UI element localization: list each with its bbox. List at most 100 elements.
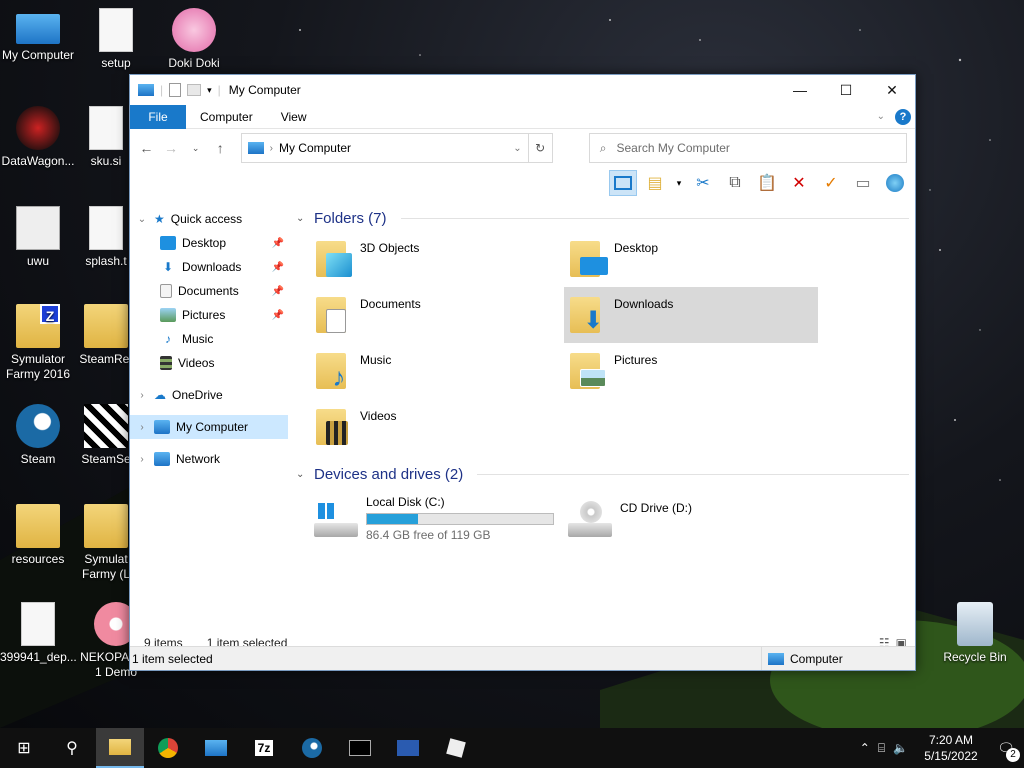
new-item-button[interactable]: ▤ xyxy=(641,170,669,196)
tab-file[interactable]: File xyxy=(130,104,186,129)
nav-item-downloads[interactable]: ⬇ Downloads 📌 xyxy=(130,255,288,279)
desktop-icon-steam[interactable]: Steam xyxy=(0,404,76,467)
clock[interactable]: 7:20 AM 5/15/2022 xyxy=(916,732,986,764)
folder-3d-objects[interactable]: 3D Objects xyxy=(310,231,564,287)
desktop-icon-label: SteamSe xyxy=(81,452,131,466)
expand-ribbon-icon[interactable]: ⌄ xyxy=(877,111,885,122)
folder-music[interactable]: ♪ Music xyxy=(310,343,564,399)
steam-icon xyxy=(16,404,60,448)
nav-item-my-computer[interactable]: › My Computer xyxy=(130,415,288,439)
videos-folder-icon xyxy=(314,403,352,447)
desktop-icon-resources[interactable]: resources xyxy=(0,504,76,567)
desktop-icon-sku[interactable]: sku.si xyxy=(78,106,134,169)
new-item-dropdown-icon[interactable]: ▾ xyxy=(673,170,685,196)
nav-item-videos[interactable]: Videos xyxy=(130,351,288,375)
chevron-right-icon[interactable]: › xyxy=(136,422,148,433)
folders-group-header[interactable]: ⌄ Folders (7) xyxy=(296,205,915,231)
tab-view[interactable]: View xyxy=(267,105,321,129)
address-dropdown-icon[interactable]: ⌄ xyxy=(513,143,521,154)
desktop-icon-399941[interactable]: 399941_dep... xyxy=(0,602,77,665)
properties-icon[interactable] xyxy=(169,83,182,97)
nav-item-music[interactable]: ♪ Music xyxy=(130,327,288,351)
desktop-icon-symulator-farmy-l[interactable]: Symulat Farmy (L xyxy=(78,504,134,582)
delete-icon[interactable]: ✕ xyxy=(785,170,813,196)
folder-pictures[interactable]: Pictures xyxy=(564,343,818,399)
desktop-icon-uwu[interactable]: uwu xyxy=(0,206,76,269)
forward-arrow-icon[interactable]: → xyxy=(163,140,180,156)
group-title: Devices and drives (2) xyxy=(314,465,464,483)
drive-d[interactable]: CD Drive (D:) xyxy=(564,491,818,546)
action-center-button[interactable]: 🗨 2 xyxy=(994,736,1020,762)
chrome-icon xyxy=(158,738,178,758)
nav-item-network[interactable]: › Network xyxy=(130,447,288,471)
folder-videos[interactable]: Videos xyxy=(310,399,564,455)
drive-name: CD Drive (D:) xyxy=(620,501,692,515)
taskbar-file-explorer[interactable] xyxy=(96,728,144,768)
chevron-right-icon[interactable]: › xyxy=(136,454,148,465)
desktop-icon-steamse[interactable]: SteamSe xyxy=(78,404,134,467)
volume-icon[interactable]: 🔈 xyxy=(893,741,908,755)
close-button[interactable]: ✕ xyxy=(869,75,915,105)
nav-item-documents[interactable]: Documents 📌 xyxy=(130,279,288,303)
desktop-icon-setup[interactable]: setup xyxy=(78,8,154,71)
globe-icon[interactable] xyxy=(881,170,909,196)
taskbar-powershell[interactable] xyxy=(384,728,432,768)
cut-icon[interactable]: ✂ xyxy=(689,170,717,196)
search-box[interactable]: ⌕ Search My Computer xyxy=(588,133,907,163)
recent-locations-icon[interactable]: ⌄ xyxy=(187,143,204,154)
drives-group-header[interactable]: ⌄ Devices and drives (2) xyxy=(296,461,915,487)
minimize-button[interactable]: — xyxy=(777,75,823,105)
nav-label: Pictures xyxy=(182,308,226,322)
documents-folder-icon xyxy=(314,291,352,335)
chevron-right-icon[interactable]: › xyxy=(136,390,148,401)
start-button[interactable]: ⊞ xyxy=(0,728,48,768)
folder-desktop[interactable]: Desktop xyxy=(564,231,818,287)
taskbar-terminal[interactable] xyxy=(336,728,384,768)
paste-icon[interactable]: 📋 xyxy=(753,170,781,196)
7zip-icon: 7z xyxy=(254,740,274,756)
tab-computer[interactable]: Computer xyxy=(186,105,267,129)
customize-dropdown-icon[interactable]: ▾ xyxy=(207,85,212,96)
maximize-button[interactable]: ☐ xyxy=(823,75,869,105)
network-icon[interactable]: ⌸ xyxy=(878,741,885,756)
nav-item-desktop[interactable]: Desktop 📌 xyxy=(130,231,288,255)
nav-label: My Computer xyxy=(176,420,249,434)
copy-icon[interactable]: ⧉ xyxy=(721,170,749,196)
desktop-icon-label: Doki Doki xyxy=(168,56,220,70)
desktop-icon-datawagon[interactable]: DataWagon... xyxy=(0,106,76,169)
taskbar-app[interactable] xyxy=(192,728,240,768)
title-bar[interactable]: | ▾ | My Computer — ☐ ✕ xyxy=(130,75,915,105)
address-path: My Computer xyxy=(278,141,351,155)
search-button[interactable]: ⚲ xyxy=(48,728,96,768)
folder-documents[interactable]: Documents xyxy=(310,287,564,343)
chevron-up-icon[interactable]: ⌃ xyxy=(860,741,870,755)
desktop-icon-symulator-farmy-2016[interactable]: Z Symulator Farmy 2016 xyxy=(0,304,76,382)
back-arrow-icon[interactable]: ← xyxy=(138,140,155,156)
drive-c[interactable]: Local Disk (C:) 86.4 GB free of 119 GB xyxy=(310,491,564,546)
rename-icon[interactable]: ▭ xyxy=(849,170,877,196)
folder-downloads[interactable]: ⬇ Downloads xyxy=(564,287,818,343)
preview-pane-button[interactable] xyxy=(609,170,637,196)
address-bar[interactable]: › My Computer ⌄ xyxy=(240,133,529,163)
new-folder-icon[interactable] xyxy=(187,84,202,96)
breadcrumb-chevron-icon[interactable]: › xyxy=(270,143,273,154)
desktop-icon-my-computer[interactable]: My Computer xyxy=(0,8,76,63)
desktop-icon-splash[interactable]: splash.t xyxy=(78,206,134,269)
check-icon[interactable]: ✓ xyxy=(817,170,845,196)
music-note-icon: ♪ xyxy=(165,332,171,346)
desktop-icon-recycle-bin[interactable]: Recycle Bin xyxy=(936,602,1014,665)
recycle-bin-icon xyxy=(957,602,993,646)
chevron-down-icon[interactable]: ⌄ xyxy=(136,214,148,225)
taskbar-roblox[interactable] xyxy=(432,728,480,768)
refresh-button[interactable]: ↻ xyxy=(528,133,553,163)
nav-item-pictures[interactable]: Pictures 📌 xyxy=(130,303,288,327)
help-icon[interactable]: ? xyxy=(895,108,911,125)
desktop-icon-steamret[interactable]: SteamRet xyxy=(78,304,134,367)
nav-item-onedrive[interactable]: › ☁ OneDrive xyxy=(130,383,288,407)
taskbar-7zip[interactable]: 7z xyxy=(240,728,288,768)
up-arrow-icon[interactable]: ↑ xyxy=(212,140,229,156)
taskbar-chrome[interactable] xyxy=(144,728,192,768)
desktop-icon-doki-doki[interactable]: Doki Doki xyxy=(156,8,232,71)
nav-item-quick-access[interactable]: ⌄ ★ Quick access xyxy=(130,207,288,231)
taskbar-steam[interactable] xyxy=(288,728,336,768)
